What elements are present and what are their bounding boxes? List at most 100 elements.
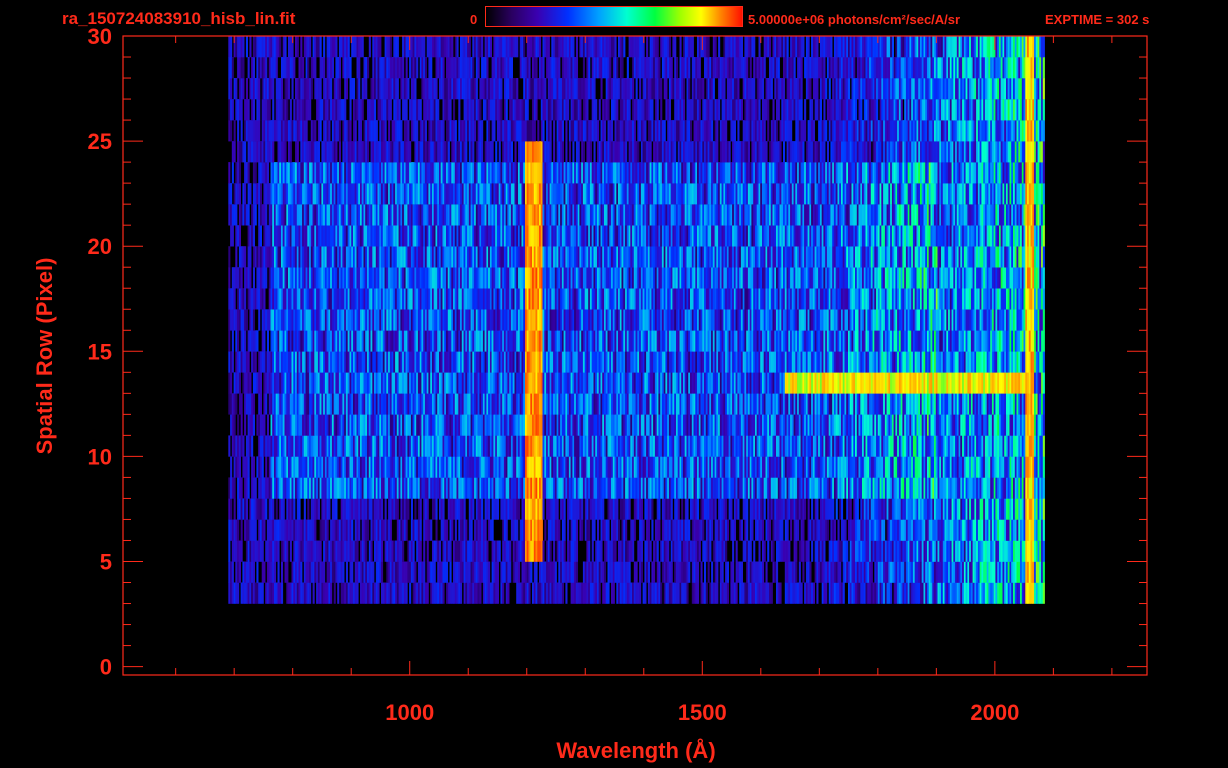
heatmap-cell — [484, 435, 487, 457]
heatmap-cell — [449, 582, 452, 604]
heatmap-cell — [995, 435, 998, 457]
heatmap-cell — [949, 393, 952, 415]
heatmap-cell — [330, 435, 333, 457]
heatmap-cell — [475, 414, 478, 436]
heatmap-cell — [897, 519, 900, 541]
heatmap-cell — [389, 372, 392, 394]
heatmap-cell — [307, 414, 310, 436]
heatmap-cell — [918, 561, 921, 583]
heatmap-cell — [844, 519, 847, 541]
heatmap-cell — [953, 498, 956, 520]
heatmap-cell — [611, 498, 614, 520]
heatmap-cell — [984, 519, 987, 541]
heatmap-cell — [988, 561, 991, 583]
heatmap-cell — [867, 519, 870, 541]
heatmap-cell — [946, 519, 949, 541]
heatmap-cell — [446, 414, 449, 436]
heatmap-cell — [721, 435, 724, 457]
heatmap-cell — [693, 372, 696, 394]
heatmap-cell — [633, 456, 636, 478]
heatmap-cell — [670, 498, 673, 520]
heatmap-cell — [697, 435, 700, 457]
heatmap-cell — [310, 477, 313, 499]
heatmap-cell — [484, 456, 487, 478]
heatmap-cell — [372, 561, 375, 583]
heatmap-cell — [758, 540, 761, 562]
heatmap-cell — [367, 519, 370, 541]
heatmap-cell — [886, 372, 889, 394]
heatmap-cell — [456, 435, 459, 457]
heatmap-cell — [481, 456, 484, 478]
heatmap-cell — [730, 498, 733, 520]
heatmap-cell — [512, 456, 515, 478]
heatmap-cell — [934, 498, 937, 520]
heatmap-cell — [475, 582, 478, 604]
heatmap-cell — [890, 456, 893, 478]
heatmap-cell — [560, 414, 563, 436]
heatmap-cell — [235, 351, 238, 373]
heatmap-cell — [705, 498, 708, 520]
heatmap-cell — [477, 372, 480, 394]
heatmap-cell — [319, 582, 322, 604]
heatmap-cell — [646, 477, 649, 499]
heatmap-cell — [396, 351, 399, 373]
heatmap-cell — [231, 540, 234, 562]
heatmap-cell — [960, 540, 963, 562]
heatmap-cell — [426, 582, 429, 604]
heatmap-cell — [544, 351, 547, 373]
heatmap-cell — [430, 393, 433, 415]
heatmap-cell — [881, 477, 884, 499]
heatmap-cell — [240, 393, 243, 415]
heatmap-cell — [653, 561, 656, 583]
heatmap-cell — [969, 477, 972, 499]
heatmap-cell — [523, 372, 526, 394]
heatmap-cell — [1028, 582, 1031, 604]
heatmap-cell — [877, 477, 880, 499]
heatmap-cell — [976, 435, 979, 457]
heatmap-cell — [367, 498, 370, 520]
heatmap-cell — [661, 414, 664, 436]
heatmap-cell — [268, 561, 271, 583]
heatmap-cell — [839, 582, 842, 604]
heatmap-cell — [677, 435, 680, 457]
heatmap-cell — [791, 393, 794, 415]
heatmap-cell — [890, 582, 893, 604]
heatmap-cell — [776, 519, 779, 541]
heatmap-cell — [235, 582, 238, 604]
heatmap-cell — [830, 561, 833, 583]
heatmap-cell — [833, 435, 836, 457]
heatmap-cell — [735, 540, 738, 562]
heatmap-cell — [804, 372, 807, 394]
heatmap-cell — [563, 477, 566, 499]
heatmap-cell — [1004, 561, 1007, 583]
heatmap-cell — [621, 372, 624, 394]
heatmap-cell — [763, 372, 766, 394]
heatmap-cell — [677, 393, 680, 415]
heatmap-cell — [263, 414, 266, 436]
heatmap-cell — [444, 456, 447, 478]
heatmap-cell — [830, 372, 833, 394]
heatmap-cell — [461, 435, 464, 457]
heatmap-cell — [298, 456, 301, 478]
heatmap-cell — [374, 540, 377, 562]
heatmap-cell — [291, 582, 294, 604]
heatmap-cell — [846, 477, 849, 499]
heatmap-cell — [1016, 477, 1019, 499]
heatmap-cell — [886, 561, 889, 583]
heatmap-cell — [268, 498, 271, 520]
heatmap-cell — [367, 456, 370, 478]
heatmap-cell — [883, 435, 886, 457]
heatmap-cell — [365, 414, 368, 436]
heatmap-cell — [398, 582, 401, 604]
heatmap-cell — [883, 414, 886, 436]
heatmap-cell — [254, 519, 257, 541]
heatmap-cell — [788, 582, 791, 604]
heatmap-cell — [744, 540, 747, 562]
heatmap-cell — [370, 498, 373, 520]
heatmap-cell — [370, 393, 373, 415]
heatmap-cell — [570, 393, 573, 415]
heatmap-cell — [972, 456, 975, 478]
heatmap-cell — [523, 351, 526, 373]
heatmap-cell — [282, 519, 285, 541]
heatmap-cell — [934, 561, 937, 583]
